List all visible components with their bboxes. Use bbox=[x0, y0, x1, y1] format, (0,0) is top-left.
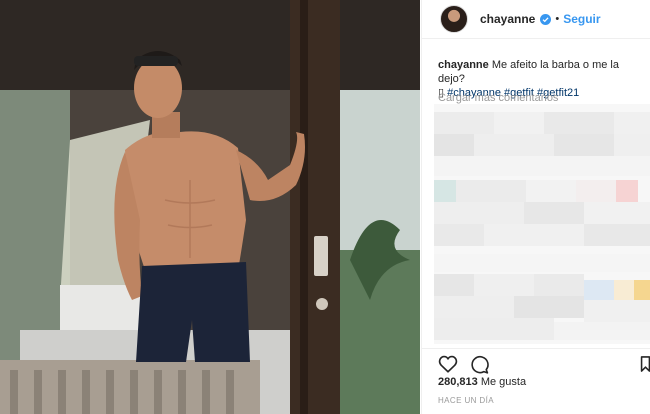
bookmark-icon[interactable] bbox=[640, 355, 650, 373]
blurred-comments bbox=[434, 104, 650, 344]
follow-button[interactable]: Seguir bbox=[563, 12, 600, 26]
post-header: chayanne • Seguir bbox=[422, 0, 650, 39]
header-separator: • bbox=[555, 13, 560, 25]
verified-badge-icon bbox=[540, 13, 552, 25]
photo-illustration bbox=[0, 0, 420, 414]
post-actions bbox=[422, 348, 650, 377]
post-photo[interactable] bbox=[0, 0, 420, 414]
heart-icon[interactable] bbox=[438, 355, 458, 373]
post-timestamp: HACE UN DÍA bbox=[438, 396, 494, 405]
likes-count[interactable]: 280,813 Me gusta bbox=[438, 376, 526, 388]
likes-label: Me gusta bbox=[480, 376, 527, 388]
load-more-comments-link[interactable]: Cargar más comentarios bbox=[438, 92, 558, 104]
username[interactable]: chayanne bbox=[480, 12, 535, 26]
likes-number: 280,813 bbox=[438, 376, 478, 388]
post-details-panel: chayanne • Seguir chayanne Me afeito la … bbox=[421, 0, 650, 414]
pixelated-comments-block bbox=[434, 104, 650, 344]
instagram-post: chayanne • Seguir chayanne Me afeito la … bbox=[0, 0, 650, 414]
caption-username[interactable]: chayanne bbox=[438, 59, 489, 71]
comment-icon[interactable] bbox=[470, 355, 489, 374]
avatar[interactable] bbox=[440, 5, 468, 33]
